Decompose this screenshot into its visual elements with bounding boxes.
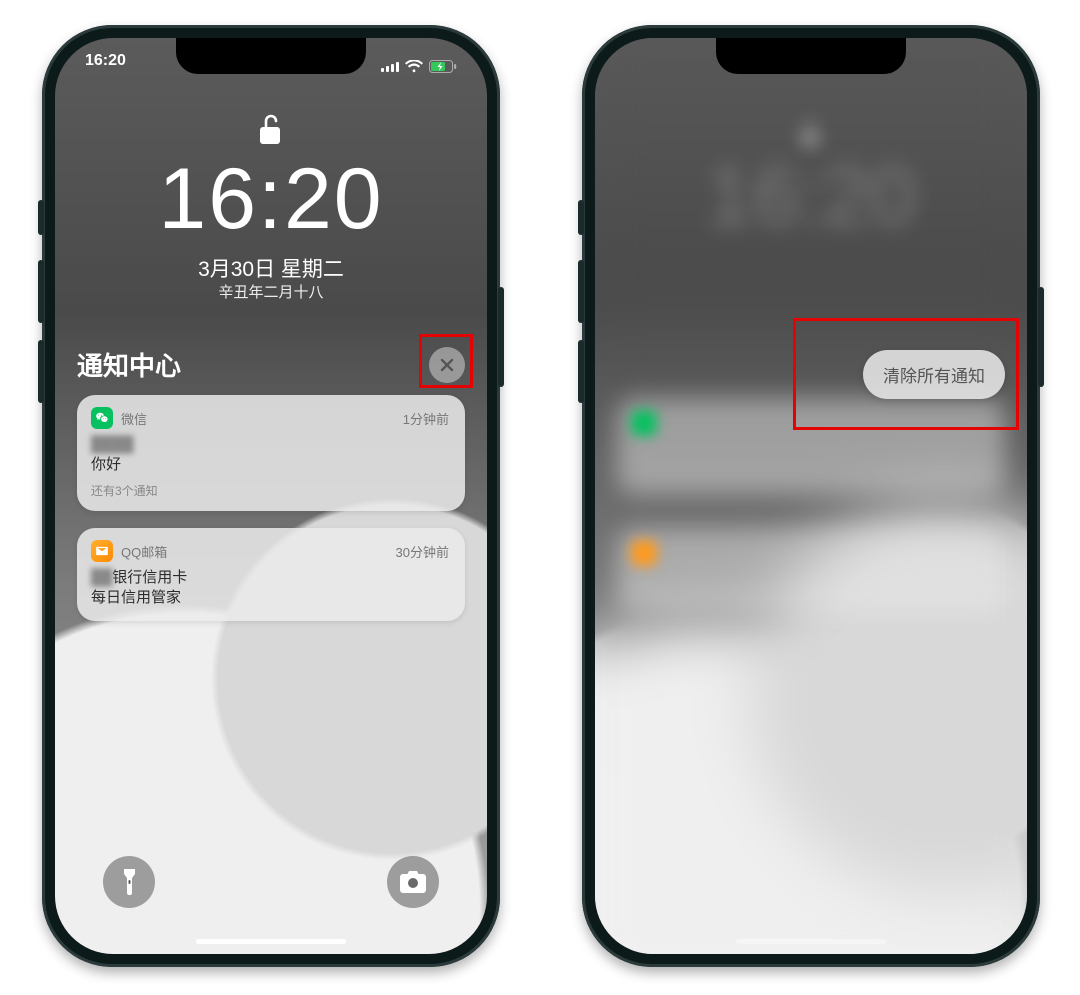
iphone-left: 16:20 xyxy=(42,25,500,967)
mute-switch[interactable] xyxy=(578,200,584,235)
notch xyxy=(716,38,906,74)
power-button[interactable] xyxy=(1038,287,1044,387)
clear-all-label: 清除所有通知 xyxy=(883,367,985,386)
mail-icon xyxy=(91,540,113,562)
flashlight-button[interactable] xyxy=(103,856,155,908)
iphone-right: 16:20 清除所有通知 xyxy=(582,25,1040,967)
lock-screen-blurred: 16:20 清除所有通知 xyxy=(595,38,1027,954)
notification-message: 每日信用管家 xyxy=(91,588,449,608)
lock-screen: 16:20 xyxy=(55,38,487,954)
lock-lunar-date: 辛丑年二月十八 xyxy=(55,281,487,302)
volume-down-button[interactable] xyxy=(38,340,44,403)
wechat-icon xyxy=(631,410,657,436)
notification-app-name: 微信 xyxy=(121,409,147,428)
lock-date: 3月30日 星期二 xyxy=(55,253,487,283)
notification-card-qqmail[interactable]: QQ邮箱 30分钟前 ██银行信用卡 每日信用管家 xyxy=(77,528,465,621)
notch xyxy=(176,38,366,74)
notification-app-name: QQ邮箱 xyxy=(121,542,167,561)
wechat-icon xyxy=(91,407,113,429)
close-icon xyxy=(439,357,455,373)
notification-card-blurred xyxy=(617,398,1005,494)
notification-card-wechat[interactable]: 微信 1分钟前 ████ 你好 还有3个通知 xyxy=(77,395,465,511)
clear-notifications-button[interactable] xyxy=(429,347,465,383)
notification-center-header: 通知中心 xyxy=(77,346,465,383)
power-button[interactable] xyxy=(498,287,504,387)
flashlight-icon xyxy=(121,869,138,895)
home-indicator[interactable] xyxy=(736,939,886,944)
volume-up-button[interactable] xyxy=(38,260,44,323)
mail-icon xyxy=(631,540,657,566)
notification-card-blurred xyxy=(617,528,1005,612)
mute-switch[interactable] xyxy=(38,200,44,235)
notification-sender-suffix: 银行信用卡 xyxy=(112,569,187,586)
camera-button[interactable] xyxy=(387,856,439,908)
clear-all-notifications-button[interactable]: 清除所有通知 xyxy=(863,350,1005,399)
home-indicator[interactable] xyxy=(196,939,346,944)
notification-time: 1分钟前 xyxy=(403,409,449,428)
lock-clock-blurred: 16:20 xyxy=(595,148,1027,245)
unlock-icon xyxy=(55,113,487,152)
volume-down-button[interactable] xyxy=(578,340,584,403)
volume-up-button[interactable] xyxy=(578,260,584,323)
notification-time: 30分钟前 xyxy=(396,542,449,561)
notification-sender-redacted: ████ xyxy=(91,435,134,455)
wifi-icon xyxy=(405,60,423,73)
notification-more-count: 还有3个通知 xyxy=(91,482,449,499)
battery-icon xyxy=(429,60,457,73)
status-time: 16:20 xyxy=(85,52,126,80)
notification-message: 你好 xyxy=(91,455,449,475)
cellular-signal-icon xyxy=(381,60,399,72)
camera-icon xyxy=(400,871,426,893)
notification-center-title: 通知中心 xyxy=(77,346,181,383)
lock-clock: 16:20 xyxy=(55,150,487,249)
notification-sender-redacted: ██ xyxy=(91,568,112,588)
